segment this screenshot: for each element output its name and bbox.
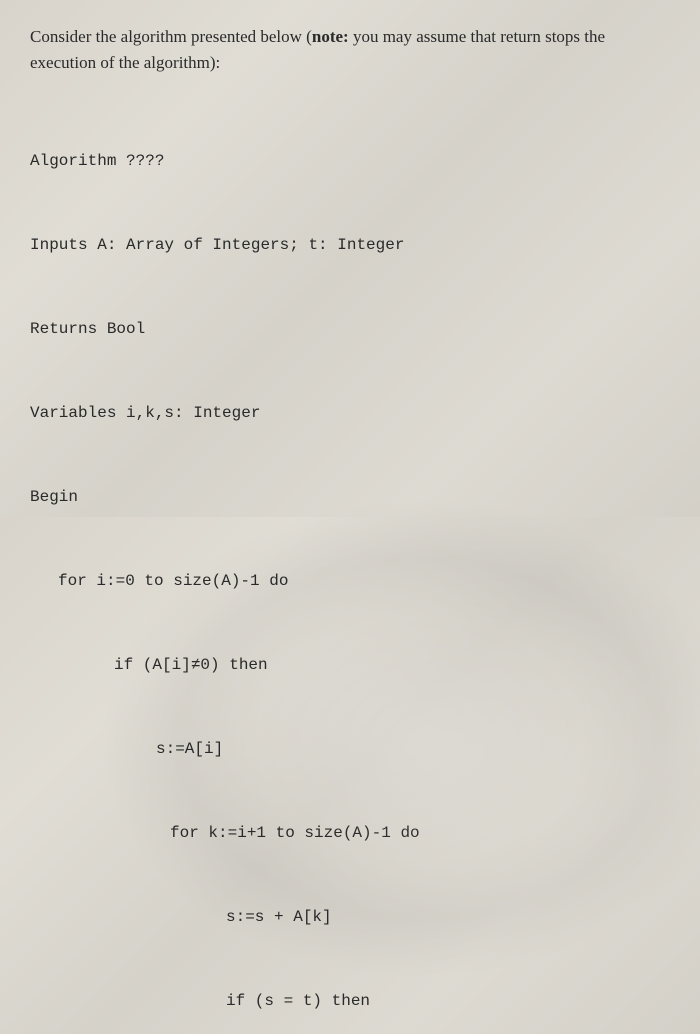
code-line-if-ai: if (A[i]≠0) then xyxy=(30,651,670,679)
intro-text-part1: Consider the algorithm presented below ( xyxy=(30,27,312,46)
code-line-for-k: for k:=i+1 to size(A)-1 do xyxy=(30,819,670,847)
code-line-begin: Begin xyxy=(30,483,670,511)
problem-intro: Consider the algorithm presented below (… xyxy=(30,24,670,75)
code-line-algorithm: Algorithm ???? xyxy=(30,147,670,175)
intro-note-label: note: xyxy=(312,27,349,46)
code-line-variables: Variables i,k,s: Integer xyxy=(30,399,670,427)
code-line-s-assign: s:=A[i] xyxy=(30,735,670,763)
code-line-if-s-t: if (s = t) then xyxy=(30,987,670,1015)
algorithm-code: Algorithm ???? Inputs A: Array of Intege… xyxy=(30,91,670,1034)
code-line-s-sum: s:=s + A[k] xyxy=(30,903,670,931)
code-line-for-i: for i:=0 to size(A)-1 do xyxy=(30,567,670,595)
code-line-inputs: Inputs A: Array of Integers; t: Integer xyxy=(30,231,670,259)
code-line-returns: Returns Bool xyxy=(30,315,670,343)
